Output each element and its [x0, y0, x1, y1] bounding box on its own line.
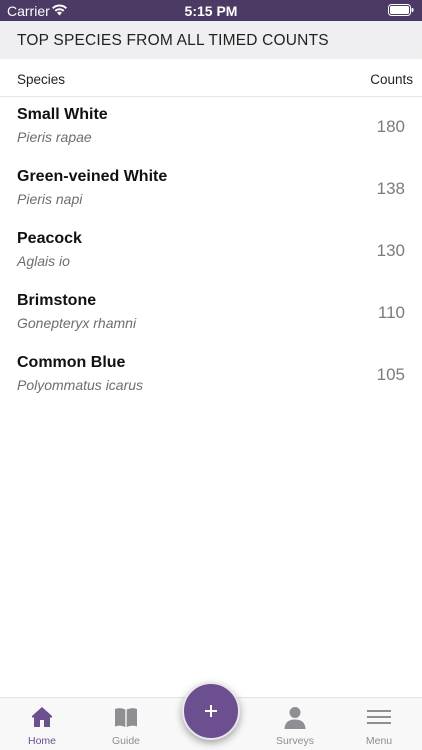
tab-menu-label: Menu: [365, 735, 393, 747]
species-latin-name: Polyommatus icarus: [17, 377, 144, 393]
plus-icon: [205, 705, 217, 717]
species-row[interactable]: Common Blue Polyommatus icarus 105: [0, 345, 422, 407]
counts-column-header: Counts: [370, 72, 413, 87]
species-latin-name: Pieris rapae: [17, 129, 92, 145]
menu-icon: [367, 710, 391, 724]
species-common-name: Peacock: [17, 230, 82, 247]
species-common-name: Small White: [17, 106, 108, 123]
species-count: 180: [376, 117, 405, 136]
battery-icon: [388, 4, 414, 16]
tab-surveys-label: Surveys: [276, 735, 314, 747]
tab-menu[interactable]: Menu: [344, 698, 414, 750]
tab-surveys[interactable]: Surveys: [260, 698, 330, 750]
species-latin-name: Aglais io: [17, 253, 70, 269]
column-headers: Species Counts: [0, 59, 422, 97]
tab-home[interactable]: Home: [7, 698, 77, 750]
home-icon: [32, 707, 52, 727]
species-count: 105: [376, 365, 405, 384]
species-count: 138: [376, 179, 405, 198]
person-icon: [284, 707, 306, 729]
species-row[interactable]: Green-veined White Pieris napi 138: [0, 159, 422, 221]
species-latin-name: Pieris napi: [17, 191, 83, 207]
section-header: TOP SPECIES FROM ALL TIMED COUNTS: [0, 21, 422, 59]
tab-home-label: Home: [27, 735, 56, 747]
species-common-name: Common Blue: [17, 354, 126, 371]
species-row[interactable]: Peacock Aglais io 130: [0, 221, 422, 283]
species-common-name: Green-veined White: [17, 168, 168, 185]
tab-guide-label: Guide: [111, 735, 141, 747]
species-latin-name: Gonepteryx rhamni: [17, 315, 137, 331]
status-bar: Carrier 5:15 PM: [0, 0, 422, 21]
species-row[interactable]: Small White Pieris rapae 180: [0, 97, 422, 159]
species-common-name: Brimstone: [17, 292, 97, 309]
section-title: TOP SPECIES FROM ALL TIMED COUNTS: [17, 32, 329, 49]
species-count: 110: [377, 303, 405, 322]
book-icon: [115, 708, 137, 727]
species-list: Small White Pieris rapae 180 Green-veine…: [0, 97, 422, 407]
species-row[interactable]: Brimstone Gonepteryx rhamni 110: [0, 283, 422, 345]
species-count: 130: [376, 241, 405, 260]
tab-guide[interactable]: Guide: [91, 698, 161, 750]
status-time: 5:15 PM: [184, 3, 238, 19]
species-column-header: Species: [17, 72, 66, 87]
add-survey-button[interactable]: [182, 682, 240, 740]
